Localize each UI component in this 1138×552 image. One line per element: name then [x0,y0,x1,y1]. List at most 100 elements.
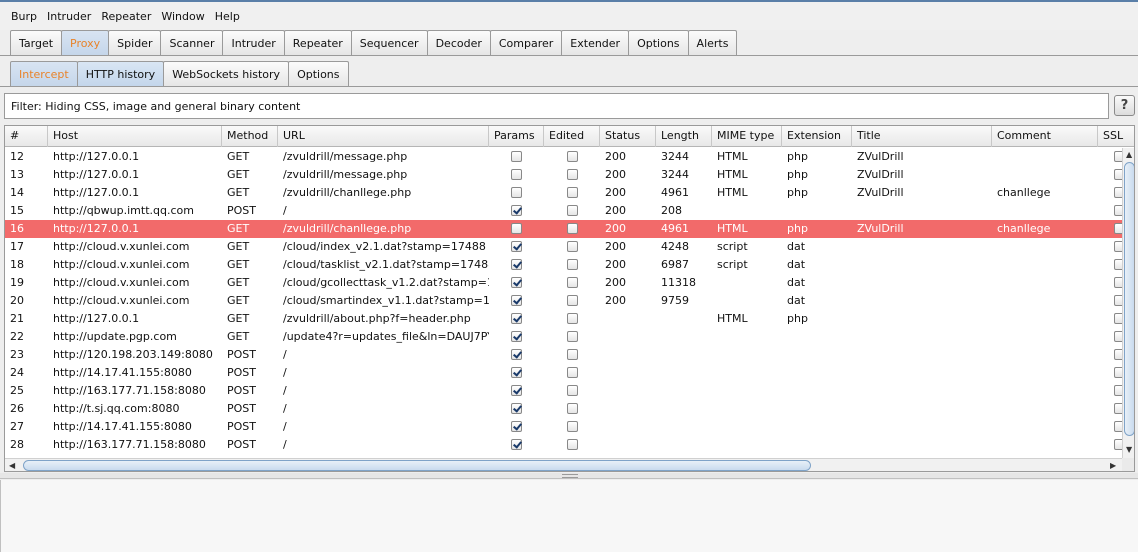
tab-sequencer[interactable]: Sequencer [350,30,428,55]
cell-host: http://120.198.203.149:8080 [53,348,213,361]
column-header-comment[interactable]: Comment [992,126,1098,147]
table-row[interactable]: 16 http://127.0.0.1 GET/zvuldrill/chanlleg… [5,220,1125,238]
cell-ext [782,400,852,418]
cell-ext: dat [787,240,806,253]
cell-status [600,382,656,400]
table-row[interactable]: 25 http://163.177.71.158:8080 POST / [5,382,1125,400]
cell-mime: HTML [717,150,748,163]
column-header-length[interactable]: Length [656,126,712,147]
table-row[interactable]: 14 http://127.0.0.1 GET/zvuldrill/chanlleg… [5,184,1125,202]
scroll-down-icon[interactable]: ▼ [1126,445,1132,455]
cell-host: http://cloud.v.xunlei.com [53,258,190,271]
table-row[interactable]: 19 http://cloud.v.xunlei.com GET/cloud/gco… [5,274,1125,292]
cell-length [656,418,712,436]
cell-length [656,382,712,400]
column-header-title[interactable]: Title [852,126,992,147]
vertical-scrollbar[interactable]: ▲ ▼ [1122,148,1134,458]
tab-repeater[interactable]: Repeater [283,30,352,55]
cell-n: 14 [10,186,24,199]
column-header-url[interactable]: URL [278,126,489,147]
subtab-intercept[interactable]: Intercept [10,61,78,86]
params-checkbox [511,439,522,450]
menu-repeater[interactable]: Repeater [96,10,156,23]
table-row[interactable]: 27 http://14.17.41.155:8080 POST / [5,418,1125,436]
table-row[interactable]: 17 http://cloud.v.xunlei.com GET/cloud/ind… [5,238,1125,256]
cell-url: / [283,402,287,415]
edited-checkbox [567,259,578,270]
tab-spider[interactable]: Spider [108,30,162,55]
cell-title: ZVulDrill [857,150,904,163]
help-button[interactable]: ? [1114,95,1135,116]
column-header-mime[interactable]: MIME type [712,126,782,147]
table-row[interactable]: 13 http://127.0.0.1 GET/zvuldrill/message.… [5,166,1125,184]
table-row[interactable]: 24 http://14.17.41.155:8080 POST / [5,364,1125,382]
column-header-ext[interactable]: Extension [782,126,852,147]
table-row[interactable]: 22 http://update.pgp.com GET/update4?r=upd… [5,328,1125,346]
params-checkbox [511,349,522,360]
vertical-scroll-thumb[interactable] [1124,162,1134,436]
params-checkbox [511,313,522,324]
cell-status [600,310,656,328]
column-header-method[interactable]: Method [222,126,278,147]
tab-decoder[interactable]: Decoder [426,30,491,55]
tab-scanner[interactable]: Scanner [160,30,224,55]
cell-n: 18 [10,258,24,271]
scroll-right-icon[interactable]: ▶ [1110,461,1116,471]
table-row[interactable]: 20 http://cloud.v.xunlei.com GET/cloud/sma… [5,292,1125,310]
horizontal-scrollbar[interactable]: ◀ ▶ [5,458,1122,471]
cell-host: http://cloud.v.xunlei.com [53,240,190,253]
table-row[interactable]: 15 http://qbwup.imtt.qq.com POST / 200 208 [5,202,1125,220]
edited-checkbox [567,223,578,234]
column-header-n[interactable]: # [5,126,48,147]
menu-intruder[interactable]: Intruder [42,10,96,23]
tab-proxy[interactable]: Proxy [61,30,110,55]
tab-options[interactable]: Options [628,30,689,55]
table-row[interactable]: 26 http://t.sj.qq.com:8080 POST / [5,400,1125,418]
table-row[interactable]: 18 http://cloud.v.xunlei.com GET/cloud/tas… [5,256,1125,274]
cell-method: POST [227,438,256,451]
cell-method: POST [227,366,256,379]
table-row[interactable]: 23 http://120.198.203.149:8080 POST / [5,346,1125,364]
table-row[interactable]: 12 http://127.0.0.1 GET/zvuldrill/message.… [5,148,1125,166]
column-header-params[interactable]: Params [489,126,544,147]
cell-method: POST [227,204,256,217]
column-header-edited[interactable]: Edited [544,126,600,147]
splitter-grip-icon[interactable] [562,474,578,478]
edited-checkbox [567,187,578,198]
menu-help[interactable]: Help [210,10,245,23]
tab-target[interactable]: Target [10,30,63,55]
cell-host: http://127.0.0.1 [53,168,140,181]
tab-alerts[interactable]: Alerts [687,30,738,55]
cell-status: 200 [605,204,626,217]
scroll-up-icon[interactable]: ▲ [1126,150,1132,160]
scroll-left-icon[interactable]: ◀ [9,461,15,471]
cell-method: GET [227,240,250,253]
cell-url: / [283,420,287,433]
cell-ext: php [787,186,808,199]
filter-bar[interactable]: Filter: Hiding CSS, image and general bi… [4,93,1109,119]
column-header-host[interactable]: Host [48,126,222,147]
cell-method: GET [227,150,250,163]
help-icon: ? [1120,98,1129,113]
subtab-options[interactable]: Options [288,61,349,86]
cell-length: 4961 [661,186,689,199]
table-row[interactable]: 28 http://163.177.71.158:8080 POST / [5,436,1125,454]
cell-ext: php [787,222,808,235]
column-header-status[interactable]: Status [600,126,656,147]
cell-method: GET [227,168,250,181]
menu-burp[interactable]: Burp [6,10,42,23]
subtab-websockets-history[interactable]: WebSockets history [163,61,290,86]
history-table: # Host Method URL Params Edited Status Length MI… [4,125,1135,472]
tab-extender[interactable]: Extender [561,30,630,55]
tab-intruder[interactable]: Intruder [222,30,285,55]
tab-comparer[interactable]: Comparer [489,30,563,55]
cell-status: 200 [605,258,626,271]
menu-window[interactable]: Window [156,10,209,23]
cell-status [600,364,656,382]
column-header-ssl[interactable]: SSL [1098,126,1134,147]
table-row[interactable]: 21 http://127.0.0.1 GET/zvuldrill/about.ph… [5,310,1125,328]
cell-comment [992,274,1098,292]
pane-splitter[interactable] [0,473,1138,479]
horizontal-scroll-thumb[interactable] [23,460,811,471]
subtab-http-history[interactable]: HTTP history [76,61,165,86]
